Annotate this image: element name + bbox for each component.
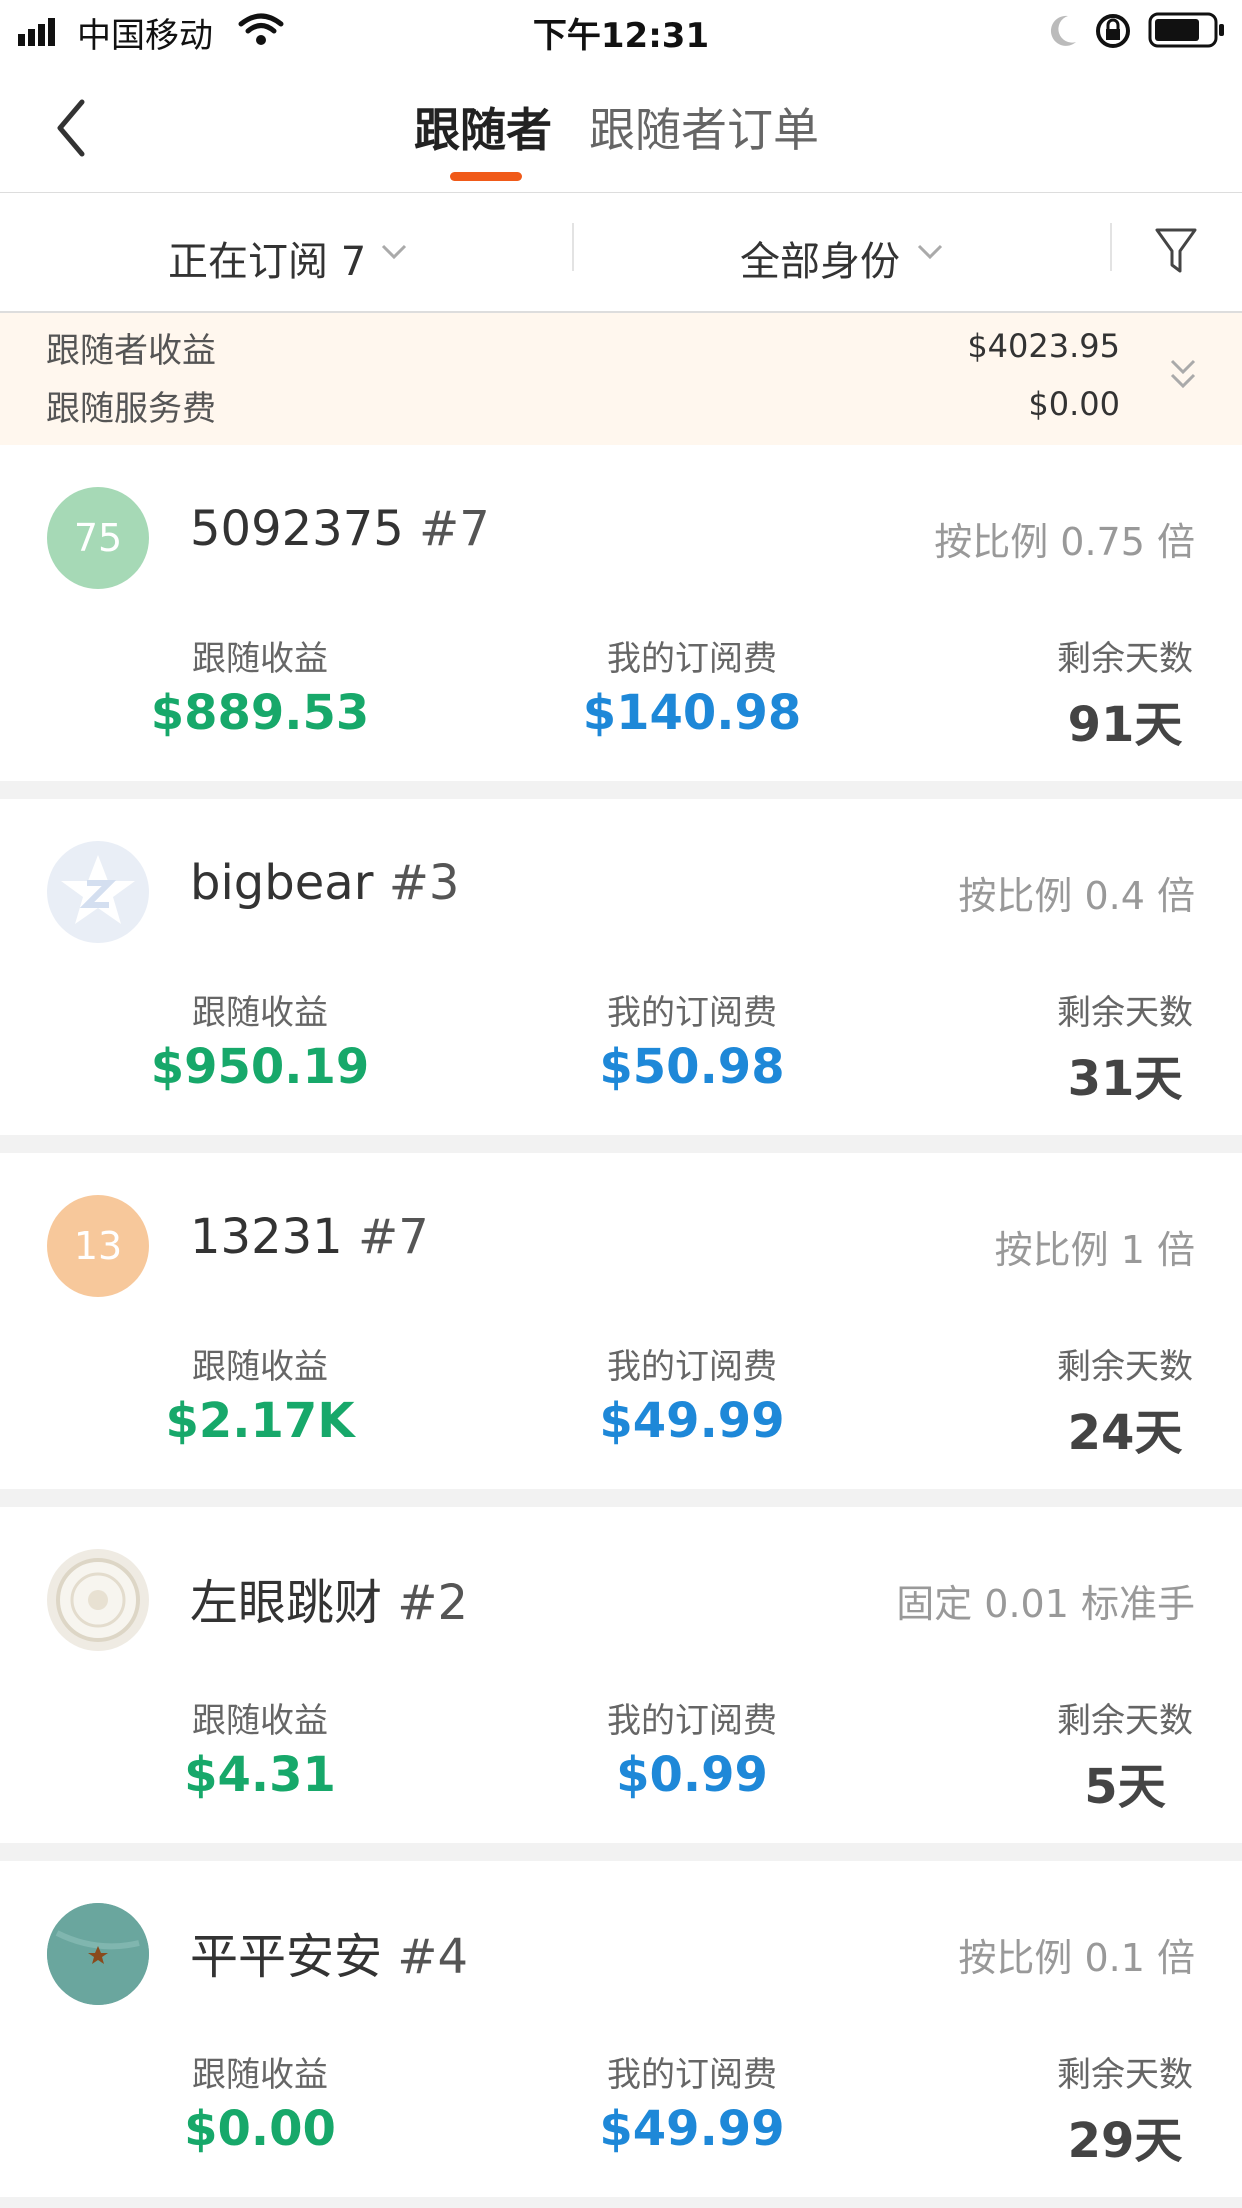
follower-name: 5092375 #7 xyxy=(190,501,490,557)
days-label: 剩余天数 xyxy=(1057,993,1193,1033)
follower-name: 左眼跳财 #2 xyxy=(190,1575,469,1631)
nav-bar: 跟随者 跟随者订单 xyxy=(0,62,1242,194)
earnings-value: $889.53 xyxy=(150,685,370,741)
follower-card[interactable]: 左眼跳财 #2 固定 0.01 标准手 跟随收益 我的订阅费 剩余天数 $4.3… xyxy=(0,1507,1242,1843)
follower-strategy-tag: #3 xyxy=(388,855,460,911)
rotation-lock-icon xyxy=(1096,14,1130,48)
follower-card[interactable]: 平平安安 #4 按比例 0.1 倍 跟随收益 我的订阅费 剩余天数 $0.00 … xyxy=(0,1861,1242,2197)
earnings-label: 跟随收益 xyxy=(192,639,328,679)
fee-label: 我的订阅费 xyxy=(607,639,777,679)
follower-earnings-value: $4023.95 xyxy=(967,327,1120,365)
days-value: 29天 xyxy=(1067,2113,1183,2169)
days-value: 5天 xyxy=(1084,1759,1166,1815)
divider xyxy=(572,223,574,271)
follower-name: 平平安安 #4 xyxy=(190,1929,469,1985)
follower-strategy-tag: #4 xyxy=(397,1929,469,1985)
tab-follower-orders[interactable]: 跟随者订单 xyxy=(589,94,819,160)
follow-mode: 固定 0.01 标准手 xyxy=(896,1582,1195,1626)
back-icon[interactable] xyxy=(52,96,92,160)
avatar: 13 xyxy=(47,1195,149,1297)
follow-mode: 按比例 0.75 倍 xyxy=(934,520,1195,564)
fee-label: 我的订阅费 xyxy=(607,1347,777,1387)
earnings-label: 跟随收益 xyxy=(192,1347,328,1387)
battery-icon xyxy=(1148,12,1224,48)
days-label: 剩余天数 xyxy=(1057,1347,1193,1387)
filter-icon[interactable] xyxy=(1154,227,1198,275)
earnings-label: 跟随收益 xyxy=(192,2055,328,2095)
service-fee-value: $0.00 xyxy=(1028,385,1120,423)
identity-filter-label: 全部身份 xyxy=(740,239,900,285)
follow-mode: 按比例 1 倍 xyxy=(994,1228,1195,1272)
follower-name: bigbear #3 xyxy=(190,855,460,911)
filter-bar: 正在订阅 7 全部身份 xyxy=(0,193,1242,313)
subscription-filter-label: 正在订阅 7 xyxy=(168,239,367,285)
days-label: 剩余天数 xyxy=(1057,639,1193,679)
fee-label: 我的订阅费 xyxy=(607,993,777,1033)
fee-label: 我的订阅费 xyxy=(607,1701,777,1741)
follower-earnings-label: 跟随者收益 xyxy=(46,331,216,371)
follow-mode: 按比例 0.1 倍 xyxy=(958,1936,1195,1980)
follower-card[interactable]: 13 13231 #7 按比例 1 倍 跟随收益 我的订阅费 剩余天数 $2.1… xyxy=(0,1153,1242,1489)
service-fee-label: 跟随服务费 xyxy=(46,389,216,429)
chevron-down-icon xyxy=(381,244,407,260)
tab-followers[interactable]: 跟随者 xyxy=(414,94,552,160)
earnings-label: 跟随收益 xyxy=(192,1701,328,1741)
follower-card[interactable]: 75 5092375 #7 按比例 0.75 倍 跟随收益 我的订阅费 剩余天数… xyxy=(0,445,1242,781)
fee-value: $140.98 xyxy=(582,685,802,741)
chevron-down-icon xyxy=(917,244,943,260)
days-label: 剩余天数 xyxy=(1057,2055,1193,2095)
avatar-initials: 75 xyxy=(73,516,123,560)
active-tab-indicator xyxy=(450,172,522,181)
expand-icon[interactable] xyxy=(1168,355,1198,395)
days-value: 24天 xyxy=(1067,1405,1183,1461)
earnings-value: $0.00 xyxy=(184,2101,336,2157)
days-value: 31天 xyxy=(1067,1051,1183,1107)
follower-strategy-tag: #7 xyxy=(419,501,490,557)
days-label: 剩余天数 xyxy=(1057,1701,1193,1741)
earnings-value: $4.31 xyxy=(184,1747,336,1803)
jade-avatar-icon xyxy=(47,1903,149,2005)
divider xyxy=(1110,223,1112,271)
follower-strategy-tag: #7 xyxy=(357,1209,429,1265)
status-bar: 中国移动 下午12:31 xyxy=(0,0,1242,62)
fee-value: $50.98 xyxy=(599,1039,785,1095)
fee-value: $0.99 xyxy=(616,1747,768,1803)
default-avatar-icon xyxy=(61,855,135,924)
days-value: 91天 xyxy=(1067,697,1183,753)
earnings-value: $950.19 xyxy=(150,1039,370,1095)
avatar xyxy=(47,1549,149,1651)
avatar xyxy=(47,1903,149,2005)
follow-mode: 按比例 0.4 倍 xyxy=(958,874,1195,918)
fee-value: $49.99 xyxy=(599,2101,785,2157)
avatar xyxy=(47,841,149,943)
follower-name: 13231 #7 xyxy=(190,1209,429,1265)
moon-icon xyxy=(1050,15,1076,46)
earnings-value: $2.17K xyxy=(165,1393,355,1449)
follower-strategy-tag: #2 xyxy=(397,1575,469,1631)
coin-avatar-icon xyxy=(56,1558,140,1642)
fee-label: 我的订阅费 xyxy=(607,2055,777,2095)
avatar-initials: 13 xyxy=(73,1224,123,1268)
fee-value: $49.99 xyxy=(599,1393,785,1449)
earnings-summary: 跟随者收益 $4023.95 跟随服务费 $0.00 xyxy=(0,313,1242,445)
avatar: 75 xyxy=(47,487,149,589)
follower-card[interactable]: bigbear #3 按比例 0.4 倍 跟随收益 我的订阅费 剩余天数 $95… xyxy=(0,799,1242,1135)
earnings-label: 跟随收益 xyxy=(192,993,328,1033)
